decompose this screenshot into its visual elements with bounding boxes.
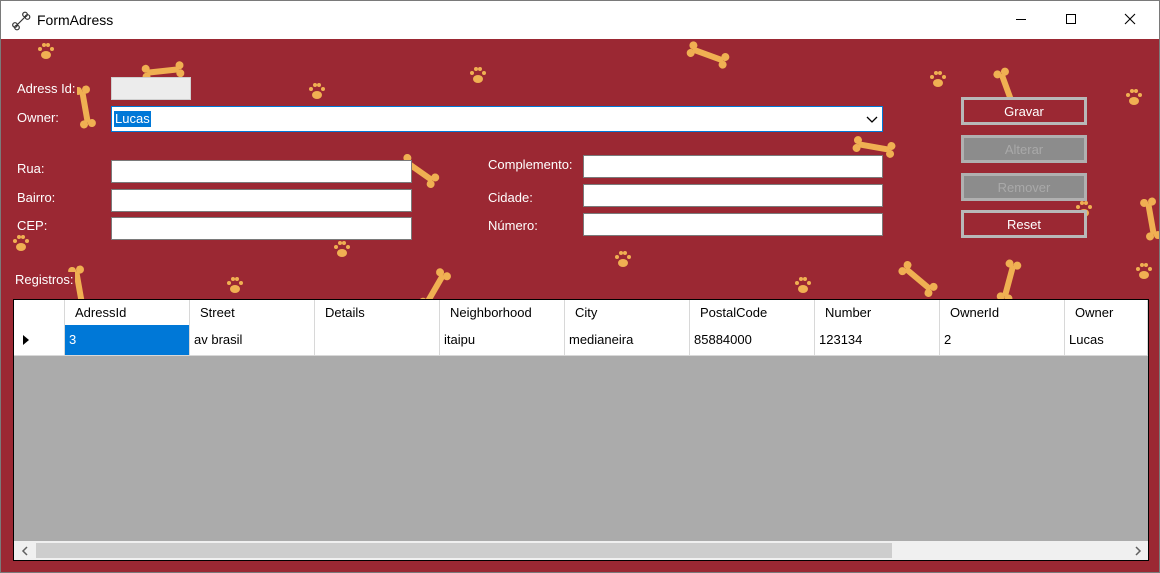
- row-selector[interactable]: [14, 325, 65, 355]
- column-header[interactable]: Neighborhood: [440, 300, 565, 325]
- adress-id-label: Adress Id:: [16, 81, 77, 96]
- owner-label: Owner:: [16, 110, 60, 125]
- cep-label: CEP:: [16, 218, 49, 233]
- close-icon: [1124, 13, 1136, 28]
- column-header[interactable]: City: [565, 300, 690, 325]
- complemento-label: Complemento:: [487, 157, 574, 172]
- minimize-button[interactable]: [995, 1, 1047, 39]
- records-grid[interactable]: AdressId Street Details Neighborhood Cit…: [13, 299, 1149, 561]
- numero-field[interactable]: [583, 213, 883, 236]
- close-button[interactable]: [1104, 1, 1156, 39]
- alterar-button[interactable]: Alterar: [961, 135, 1087, 163]
- remover-button[interactable]: Remover: [961, 173, 1087, 201]
- gravar-button[interactable]: Gravar: [961, 97, 1087, 125]
- scroll-right-icon[interactable]: [1129, 543, 1146, 558]
- adress-id-field[interactable]: [111, 77, 191, 100]
- maximize-icon: [1065, 13, 1077, 28]
- numero-label: Número:: [487, 218, 539, 233]
- column-header[interactable]: Number: [815, 300, 940, 325]
- table-cell[interactable]: 2: [940, 325, 1065, 355]
- table-cell[interactable]: 3: [65, 325, 190, 355]
- registros-label: Registros:: [14, 272, 75, 287]
- cidade-field[interactable]: [583, 184, 883, 207]
- column-header[interactable]: PostalCode: [690, 300, 815, 325]
- maximize-button[interactable]: [1045, 1, 1097, 39]
- cep-field[interactable]: [111, 217, 412, 240]
- column-header[interactable]: OwnerId: [940, 300, 1065, 325]
- bairro-field[interactable]: [111, 189, 412, 212]
- cidade-label: Cidade:: [487, 190, 534, 205]
- column-header[interactable]: Details: [315, 300, 440, 325]
- form-client-area: Adress Id: Owner: Lucas Rua: Bairro: CEP…: [1, 39, 1159, 572]
- window-title: FormAdress: [37, 12, 114, 28]
- scrollbar-thumb[interactable]: [36, 543, 892, 558]
- table-cell[interactable]: av brasil: [190, 325, 315, 355]
- title-bar[interactable]: FormAdress: [1, 1, 1159, 39]
- row-header-corner: [14, 300, 65, 325]
- table-cell[interactable]: itaipu: [440, 325, 565, 355]
- table-cell[interactable]: medianeira: [565, 325, 690, 355]
- column-header[interactable]: Owner: [1065, 300, 1148, 325]
- reset-button[interactable]: Reset: [961, 210, 1087, 238]
- complemento-field[interactable]: [583, 155, 883, 178]
- owner-selected-value: Lucas: [114, 111, 151, 127]
- grid-header: AdressId Street Details Neighborhood Cit…: [14, 300, 1148, 326]
- table-cell[interactable]: [315, 325, 440, 355]
- chevron-down-icon[interactable]: [866, 113, 878, 125]
- column-header[interactable]: AdressId: [65, 300, 190, 325]
- table-cell[interactable]: Lucas: [1065, 325, 1148, 355]
- table-cell[interactable]: 123134: [815, 325, 940, 355]
- column-header[interactable]: Street: [190, 300, 315, 325]
- table-row[interactable]: 3 av brasil itaipu medianeira 85884000 1…: [14, 325, 1148, 356]
- bairro-label: Bairro:: [16, 190, 57, 205]
- table-cell[interactable]: 85884000: [690, 325, 815, 355]
- owner-combobox[interactable]: Lucas: [111, 106, 883, 132]
- rua-field[interactable]: [111, 160, 412, 183]
- rua-label: Rua:: [16, 161, 46, 176]
- scroll-left-icon[interactable]: [16, 543, 33, 558]
- minimize-icon: [1015, 13, 1027, 28]
- form-adress-window: FormAdress Adress Id: Owner: Lucas Rua: …: [0, 0, 1160, 573]
- horizontal-scrollbar[interactable]: [14, 541, 1148, 560]
- bone-icon: [11, 11, 31, 31]
